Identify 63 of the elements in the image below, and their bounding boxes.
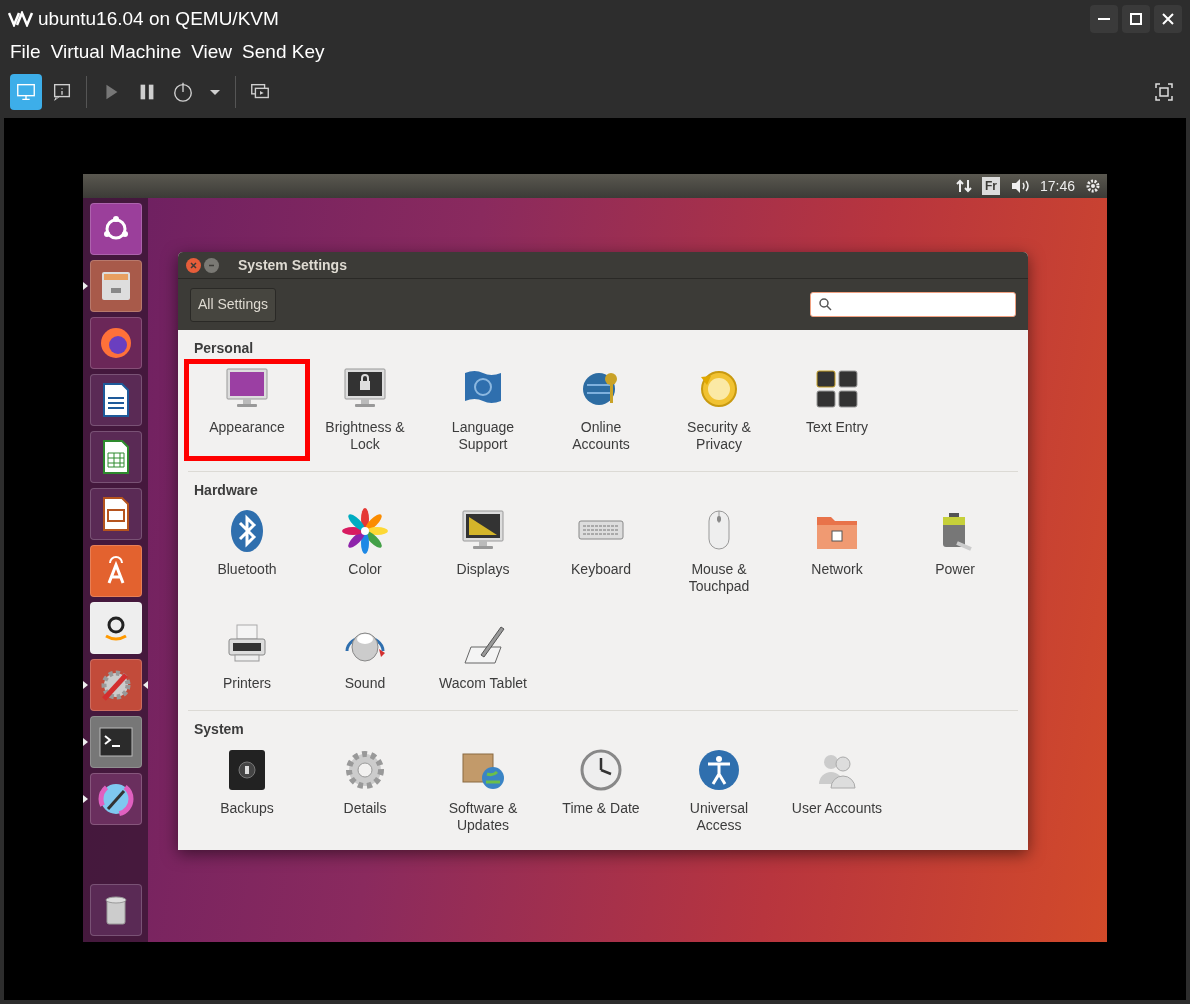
settings-item[interactable]: Color xyxy=(306,505,424,599)
settings-item[interactable]: Network xyxy=(778,505,896,599)
section-heading: Personal xyxy=(193,339,255,356)
gear-icon[interactable] xyxy=(1085,178,1101,194)
launcher-item[interactable] xyxy=(89,884,142,936)
launcher-item[interactable] xyxy=(89,374,142,426)
settings-item[interactable]: Backups xyxy=(188,744,306,838)
settings-item[interactable]: Details xyxy=(306,744,424,838)
window-title: System Settings xyxy=(238,255,347,275)
volume-icon xyxy=(1009,178,1030,194)
network-arrows-icon xyxy=(955,178,972,194)
maximize-icon xyxy=(1129,12,1143,26)
power-icon xyxy=(172,81,194,103)
search-field[interactable] xyxy=(810,292,1016,317)
app-logo-icon xyxy=(8,11,34,27)
menu-item[interactable]: Virtual Machine xyxy=(50,37,182,67)
settings-item[interactable]: Appearance xyxy=(188,363,306,457)
menu-item[interactable]: View xyxy=(191,37,233,67)
settings-item[interactable]: Power xyxy=(896,505,1014,599)
settings-item[interactable]: Brightness & Lock xyxy=(306,363,424,457)
settings-item[interactable]: Printers xyxy=(188,619,306,696)
close-icon xyxy=(1161,12,1175,26)
launcher-item[interactable] xyxy=(89,431,142,483)
settings-item[interactable]: Wacom Tablet xyxy=(424,619,542,696)
menu-item[interactable]: Send Key xyxy=(242,37,325,67)
keyboard-layout-indicator[interactable]: Fr xyxy=(981,177,1000,195)
launcher-item[interactable] xyxy=(89,602,142,654)
launcher-item[interactable] xyxy=(89,488,142,540)
settings-item[interactable]: Language Support xyxy=(424,363,542,457)
launcher-item[interactable] xyxy=(89,203,142,255)
settings-item[interactable]: Text Entry xyxy=(778,363,896,457)
settings-item[interactable]: Online Accounts xyxy=(542,363,660,457)
settings-item[interactable]: Time & Date xyxy=(542,744,660,838)
section-heading: System xyxy=(193,720,245,737)
settings-item[interactable]: Mouse & Touchpad xyxy=(660,505,778,599)
maximize-button[interactable] xyxy=(1122,5,1150,33)
settings-item[interactable]: User Accounts xyxy=(778,744,896,838)
close-icon xyxy=(190,261,197,269)
all-settings-button[interactable]: All Settings xyxy=(190,287,277,322)
menu-item[interactable]: File xyxy=(10,37,41,67)
launcher-item[interactable] xyxy=(89,545,142,597)
clock[interactable]: 17:46 xyxy=(1039,175,1075,197)
caret-icon xyxy=(210,89,220,95)
monitor-icon xyxy=(15,81,37,103)
settings-item[interactable]: Sound xyxy=(306,619,424,696)
settings-item[interactable]: Keyboard xyxy=(542,505,660,599)
section-heading: Hardware xyxy=(193,481,259,498)
petals-icon xyxy=(341,507,389,555)
fullscreen-icon xyxy=(1155,83,1173,101)
minimize-button[interactable] xyxy=(1090,5,1118,33)
launcher-item[interactable] xyxy=(89,659,142,711)
launcher-item[interactable] xyxy=(89,773,142,825)
settings-item[interactable]: Bluetooth xyxy=(188,505,306,599)
settings-item[interactable]: Security & Privacy xyxy=(660,363,778,457)
close-button[interactable] xyxy=(1154,5,1182,33)
settings-item[interactable]: Universal Access xyxy=(660,744,778,838)
settings-item[interactable]: Software & Updates xyxy=(424,744,542,838)
settings-item[interactable]: Displays xyxy=(424,505,542,599)
launcher-item[interactable] xyxy=(89,260,142,312)
window-title: ubuntu16.04 on QEMU/KVM xyxy=(38,6,279,31)
info-icon xyxy=(51,81,73,103)
minimize-icon xyxy=(1098,18,1110,20)
search-icon xyxy=(819,298,832,311)
